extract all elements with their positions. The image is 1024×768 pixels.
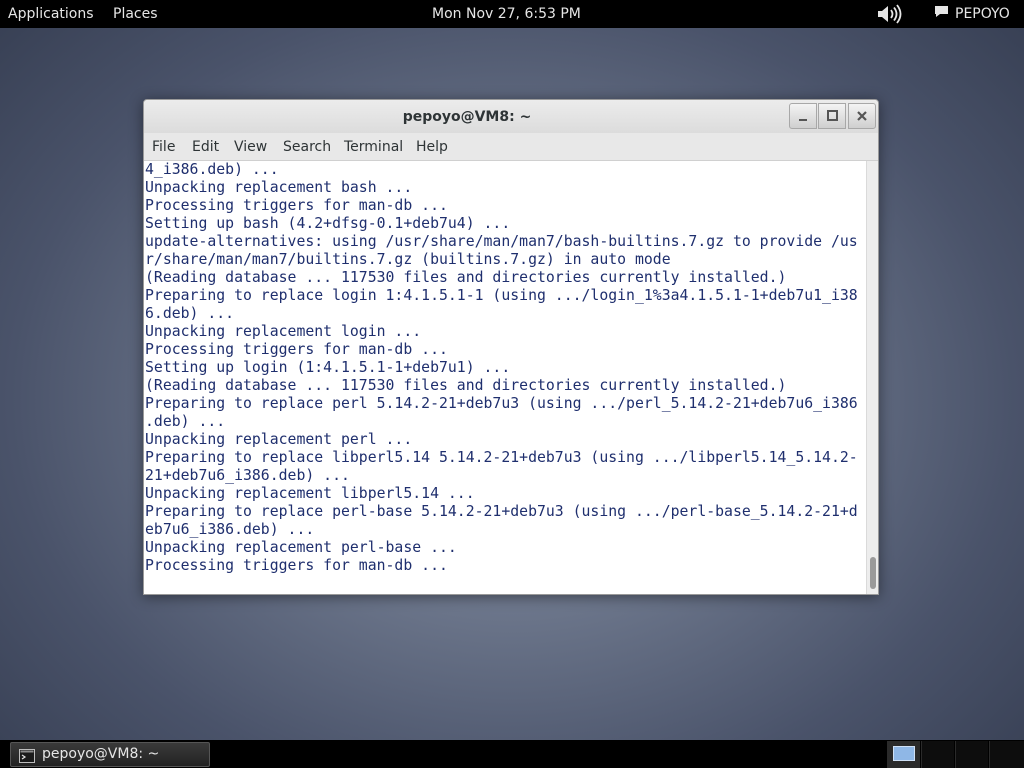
window-titlebar[interactable]: pepoyo@VM8: ~	[144, 100, 878, 133]
menu-view[interactable]: View	[234, 133, 267, 161]
taskbar-window-label: pepoyo@VM8: ~	[42, 746, 160, 762]
menu-edit[interactable]: Edit	[192, 133, 219, 161]
close-button[interactable]	[848, 103, 876, 129]
workspace-4[interactable]	[989, 741, 1024, 768]
clock[interactable]: Mon Nov 27, 6:53 PM	[432, 0, 581, 28]
terminal-line: r/share/man/man7/builtins.7.gz (builtins…	[145, 251, 671, 268]
user-name: PEPOYO	[955, 6, 1010, 22]
terminal-line: Setting up bash (4.2+dfsg-0.1+deb7u4) ..…	[145, 215, 511, 232]
terminal-line: Processing triggers for man-db ...	[145, 557, 448, 574]
workspace-2[interactable]	[921, 741, 954, 768]
terminal-line: Preparing to replace perl 5.14.2-21+deb7…	[145, 395, 858, 412]
terminal-line: eb7u6_i386.deb) ...	[145, 521, 315, 538]
terminal-line: Unpacking replacement perl-base ...	[145, 539, 457, 556]
terminal-output: 4_i386.deb) ... Unpacking replacement bas…	[145, 161, 858, 575]
minimize-icon	[799, 119, 807, 121]
places-menu[interactable]: Places	[113, 0, 158, 28]
window-title: pepoyo@VM8: ~	[402, 109, 532, 125]
user-menu[interactable]: PEPOYO	[934, 0, 1010, 28]
terminal-line: 21+deb7u6_i386.deb) ...	[145, 467, 350, 484]
workspace-window-thumbnail	[893, 746, 915, 761]
terminal-line: Preparing to replace perl-base 5.14.2-21…	[145, 503, 858, 520]
maximize-button[interactable]	[818, 103, 846, 129]
terminal-line: Unpacking replacement libperl5.14 ...	[145, 485, 475, 502]
terminal-line: Processing triggers for man-db ...	[145, 197, 448, 214]
menu-bar: File Edit View Search Terminal Help	[144, 133, 878, 161]
terminal-line: Preparing to replace login 1:4.1.5.1-1 (…	[145, 287, 858, 304]
terminal-line: Processing triggers for man-db ...	[145, 341, 448, 358]
applications-menu[interactable]: Applications	[8, 0, 94, 28]
taskbar-window-button[interactable]: pepoyo@VM8: ~	[10, 742, 210, 767]
menu-file[interactable]: File	[152, 133, 175, 161]
terminal-window: pepoyo@VM8: ~ File Edit View Search Term…	[143, 99, 879, 595]
terminal-line: 4_i386.deb) ...	[145, 161, 279, 178]
workspace-switcher	[887, 741, 1024, 768]
terminal-line: Setting up login (1:4.1.5.1-1+deb7u1) ..…	[145, 359, 511, 376]
terminal-line: Preparing to replace libperl5.14 5.14.2-…	[145, 449, 858, 466]
terminal-output-area[interactable]: 4_i386.deb) ... Unpacking replacement bas…	[144, 161, 866, 594]
menu-help[interactable]: Help	[416, 133, 448, 161]
chat-icon	[934, 0, 949, 28]
workspace-3[interactable]	[955, 741, 988, 768]
terminal-scrollbar[interactable]	[866, 161, 878, 594]
terminal-line: (Reading database ... 117530 files and d…	[145, 269, 787, 286]
workspace-1[interactable]	[887, 741, 920, 768]
terminal-line: Unpacking replacement login ...	[145, 323, 422, 340]
terminal-line: Unpacking replacement perl ...	[145, 431, 413, 448]
terminal-line: Unpacking replacement bash ...	[145, 179, 413, 196]
scrollbar-thumb[interactable]	[870, 557, 876, 589]
terminal-line: 6.deb) ...	[145, 305, 235, 322]
top-panel: Applications Places Mon Nov 27, 6:53 PM …	[0, 0, 1024, 28]
close-icon	[857, 111, 867, 121]
terminal-line: .deb) ...	[145, 413, 226, 430]
maximize-icon	[827, 110, 838, 121]
menu-terminal[interactable]: Terminal	[344, 133, 403, 161]
minimize-button[interactable]	[789, 103, 817, 129]
bottom-panel: pepoyo@VM8: ~	[0, 740, 1024, 768]
menu-search[interactable]: Search	[283, 133, 331, 161]
terminal-line: (Reading database ... 117530 files and d…	[145, 377, 787, 394]
volume-icon[interactable]	[876, 3, 902, 25]
terminal-icon	[19, 748, 35, 768]
terminal-line: update-alternatives: using /usr/share/ma…	[145, 233, 858, 250]
